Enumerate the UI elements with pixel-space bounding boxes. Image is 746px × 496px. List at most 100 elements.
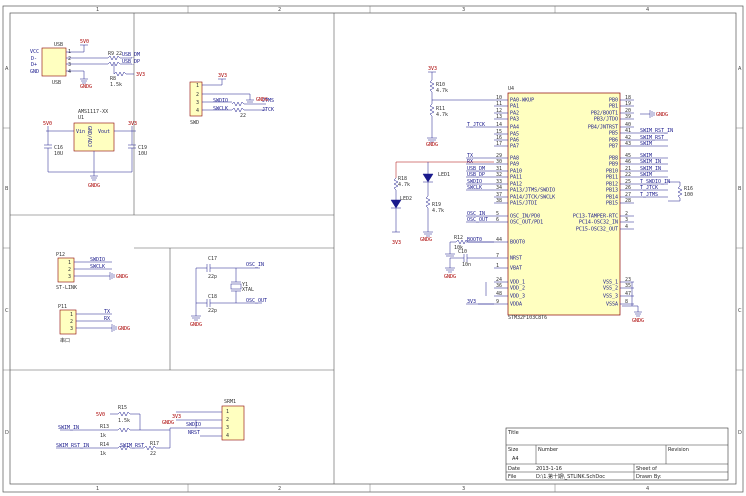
- mcu-pin-name: VSSA: [606, 302, 618, 308]
- mcu-r12-ref: R12: [454, 235, 463, 241]
- mcu-pin-name: PA4: [510, 125, 519, 131]
- zone-row-d-left: D: [5, 430, 9, 436]
- mcu-pin-number: 36: [496, 283, 502, 289]
- uart-pin-2: 2: [70, 319, 73, 325]
- uart-pin-3: 3: [70, 326, 73, 332]
- tb-file-value: D:\1.第十期\_STLINK.SchDoc: [536, 473, 605, 480]
- zone-row-b-right: B: [738, 186, 742, 192]
- mcu-pin-name: PA9: [510, 162, 519, 168]
- mcu-vss-gnd: GNDG: [632, 318, 644, 324]
- ldo-vin-label: 5V0: [43, 121, 52, 127]
- mcu-pin-number: 43: [625, 141, 631, 147]
- zone-col-1-bottom: 1: [96, 486, 99, 492]
- mcu-pin-name: NRST: [510, 256, 522, 262]
- swim-interface: SRM1 1 2 3 4 5V0 R15 1.5k 3V3 GNDG SWDIO…: [56, 399, 245, 457]
- mcu-pin-number: 48: [496, 291, 502, 297]
- tb-date-value: 2013-1-16: [536, 466, 562, 472]
- srm-r14-val: 1k: [100, 451, 106, 457]
- crystal-net-in: OSC_IN: [246, 262, 264, 268]
- mcu-net-label: T_JTCK: [640, 185, 658, 191]
- mcu-pin-name: OSC_OUT/PD1: [510, 220, 543, 226]
- mcu-led2-ref: LED2: [400, 196, 412, 202]
- srm-r15-val: 1.5k: [118, 418, 130, 424]
- mcu-pin-number: 22: [625, 172, 631, 178]
- mcu-pin-number: 26: [625, 185, 631, 191]
- srm-r17-ref: R17: [150, 441, 159, 447]
- stlink-name: ST-LINK: [56, 285, 77, 291]
- mcu-pin-number: 30: [496, 159, 502, 165]
- mcu-net-label: OSC_OUT: [467, 217, 488, 223]
- srm-net-swim-in: SWIM_IN: [58, 425, 79, 431]
- srm-r15-ref: R15: [118, 405, 127, 411]
- uart-pin-1: 1: [70, 312, 73, 318]
- mcu-pullup-vcc: 3V3: [428, 66, 437, 72]
- uart-name: 串口: [60, 338, 70, 344]
- mcu-pin-name: PB11: [606, 175, 618, 181]
- mcu-pin-name: PC15-OSC32_OUT: [576, 227, 618, 233]
- mcu-c10-ref: C10: [458, 249, 467, 255]
- mcu-pin-number: 41: [625, 128, 631, 134]
- mcu-pin-number: 6: [496, 217, 499, 223]
- zone-col-2-bottom: 2: [278, 486, 281, 492]
- mcu-c10-val: 10n: [462, 262, 471, 268]
- swd-vcc-label: 3V3: [218, 73, 227, 79]
- ldo-ref: U1: [78, 115, 84, 121]
- uart-net-tx: TX: [104, 309, 110, 315]
- mcu-pin-name: PA3: [510, 117, 519, 123]
- srm-vcc5-label: 5V0: [96, 412, 105, 418]
- mcu-net-label: USB_DP: [467, 172, 485, 178]
- mcu-pin-number: 19: [625, 101, 631, 107]
- ldo-gnd-label: GNDG: [88, 183, 100, 189]
- ldo-pin-vin: Vin: [76, 129, 85, 135]
- crystal-circuit: C17 22p C18 22p Y1 XTAL OSC_IN OSC_OUT G…: [190, 256, 267, 328]
- mcu-pin-name: PA1: [510, 104, 519, 110]
- mcu-pin-name: PA15/JTDI: [510, 201, 537, 207]
- swd-ref: SWD: [190, 120, 199, 126]
- mcu-pin-number: 3: [625, 217, 628, 223]
- mcu-net-label: SWIM_IN: [640, 159, 661, 165]
- schematic-sheet: 1 2 3 4 1 2 3 4 A B C D A B C D USB VCC …: [0, 0, 746, 496]
- mcu-led-vcc: 3V3: [392, 240, 401, 246]
- tb-title-label: Title: [507, 430, 519, 436]
- uart-ref: P11: [58, 304, 67, 310]
- tb-size-label: Size: [508, 447, 518, 453]
- zone-col-4-bottom: 4: [646, 486, 649, 492]
- uart-net-rx: RX: [104, 316, 110, 322]
- tb-file-label: File: [508, 474, 516, 480]
- usb-r9-ref: R9: [108, 51, 114, 57]
- mcu-pin-name: VDDA: [510, 302, 522, 308]
- usb-vcc-label: 5V0: [80, 39, 89, 45]
- stlink-connector: P12 1 2 3 ST-LINK SWDIO SWCLK GNDG: [56, 252, 128, 291]
- srm-r17-val: 22: [150, 451, 156, 457]
- swd-net-io: SWDIO: [213, 98, 228, 104]
- srm-r13-ref: R13: [100, 424, 109, 430]
- zone-col-3-bottom: 3: [462, 486, 465, 492]
- zone-row-c-left: C: [5, 308, 9, 314]
- mcu-r16-val: 100: [684, 192, 693, 198]
- srm-pin-4: 4: [226, 433, 229, 439]
- mcu-r19-val: 4.7k: [432, 208, 444, 214]
- mcu-name: STM32F103C8T6: [508, 315, 547, 321]
- stlink-pin-2: 2: [68, 267, 71, 273]
- uart-connector: P11 1 2 3 串口 TX RX GNDG: [58, 304, 130, 344]
- stlink-net-swclk: SWCLK: [90, 264, 105, 270]
- stlink-ref: P12: [56, 252, 65, 258]
- mcu-pin-name: VDD_3: [510, 294, 525, 300]
- mcu-pin-number: 8: [625, 299, 628, 305]
- ldo-c19-val: 10U: [138, 151, 147, 157]
- mcu-net-label: 3V3: [467, 299, 476, 305]
- zone-row-c-right: C: [738, 308, 742, 314]
- swd-pin-3: 3: [196, 100, 199, 106]
- mcu-pin-number: 7: [496, 253, 499, 259]
- mcu-pin-number: 11: [496, 101, 502, 107]
- mcu-pullup-gnd: GNDG: [426, 142, 438, 148]
- tb-drawn-label: Drawn By:: [636, 474, 662, 480]
- mcu-pin-name: VSS_2: [603, 286, 618, 292]
- ldo-vout-label: 3V3: [128, 121, 137, 127]
- swd-pin-4: 4: [196, 108, 199, 114]
- mcu-pin-name: PA7: [510, 144, 519, 150]
- zone-col-1-top: 1: [96, 7, 99, 13]
- usb-name: USB: [52, 80, 61, 86]
- mcu-pin-name: PB3/JTDO: [594, 117, 618, 123]
- usb-ref: USB: [54, 42, 63, 48]
